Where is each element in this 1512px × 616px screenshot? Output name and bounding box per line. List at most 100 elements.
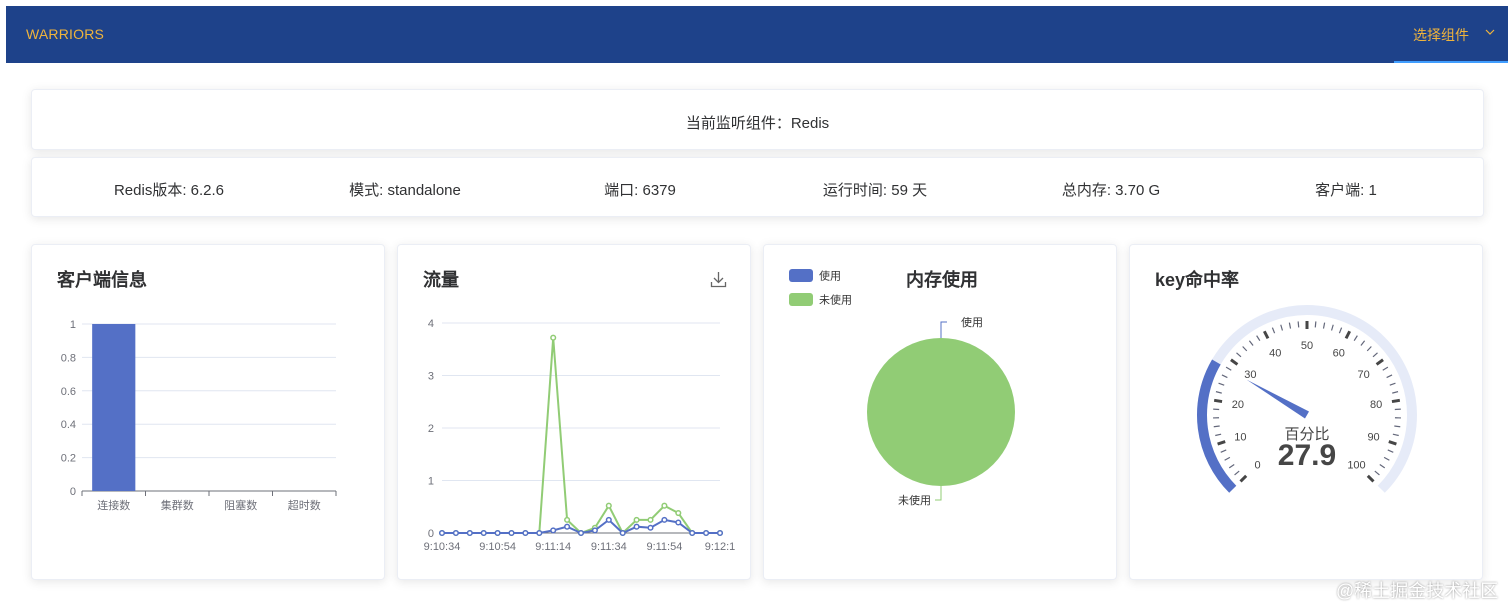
y-tick-label: 0.4: [61, 419, 76, 431]
series-point: [647, 524, 654, 531]
gauge-minor-tick: [1382, 366, 1389, 371]
memory-usage-chart: 使用未使用使用未使用: [789, 269, 1015, 507]
series-point: [703, 529, 710, 537]
select-component-menu[interactable]: 选择组件: [1394, 6, 1508, 63]
monitor-info-card: 当前监听组件：Redis: [31, 89, 1484, 150]
key-hit-rate-title: key命中率: [1155, 270, 1240, 290]
series-point: [564, 523, 571, 530]
series-point: [564, 516, 571, 523]
gauge-major-tick: [1230, 358, 1239, 366]
gauge-major-tick: [1344, 330, 1352, 340]
gauge-minor-tick: [1297, 321, 1300, 328]
client-info-title: 客户端信息: [57, 270, 147, 290]
gauge-major-tick: [1262, 330, 1270, 340]
legend-label: 使用: [819, 270, 841, 283]
series-point: [633, 516, 640, 523]
x-tick-label: 9:11:14: [535, 541, 571, 553]
traffic-chart: 0 1 2 3 4 9:10:34 9:10:54 9:11:14 9:11:34 9:11:54…: [424, 318, 736, 553]
y-tick-label: 0.6: [61, 386, 76, 398]
gauge-minor-tick: [1248, 340, 1254, 346]
series-point: [577, 529, 585, 537]
redis-stats-card: Redis版本: 6.2.6 模式: standalone 端口: 6379 运…: [31, 157, 1484, 217]
gauge-tick-label: 100: [1347, 459, 1365, 471]
gauge-pointer: [1246, 379, 1310, 419]
series-point: [675, 510, 682, 517]
label-line-used: [940, 321, 947, 338]
series-point: [661, 502, 668, 509]
traffic-card: 0 1 2 3 4 9:10:34 9:10:54 9:11:14 9:11:34 9:11:54…: [397, 244, 751, 580]
stat-mode: 模式: standalone: [349, 182, 461, 199]
series-point: [536, 529, 543, 537]
pie-slice-未使用: [867, 338, 1015, 486]
gauge-minor-tick: [1213, 425, 1220, 428]
series-point: [494, 529, 501, 537]
select-component-label: 选择组件: [1413, 27, 1469, 43]
series-point: [605, 502, 612, 509]
series-point: [675, 519, 682, 526]
gauge-major-tick: [1391, 398, 1401, 404]
gauge-minor-tick: [1224, 456, 1231, 461]
bar-连接数: [92, 324, 136, 491]
memory-usage-card: 使用 未使用 使用 未使用 内存使用: [763, 244, 1117, 580]
gauge-minor-tick: [1228, 463, 1235, 469]
gauge-progress: [1197, 359, 1237, 493]
gauge-minor-tick: [1392, 391, 1399, 394]
x-tick-label: 超时数: [288, 498, 321, 512]
download-icon[interactable]: [710, 271, 727, 288]
gauge-minor-tick: [1389, 382, 1396, 386]
gauge-minor-tick: [1383, 456, 1390, 461]
y-tick-label: 3: [428, 371, 434, 383]
gauge-minor-tick: [1234, 470, 1240, 476]
x-tick-label: 9:10:54: [479, 541, 516, 553]
gauge-minor-tick: [1366, 346, 1372, 352]
client-info-card: 0 0.2 0.4 0.6 0.8 1 连接数 集群数 阻塞数 超时数 客户端信息: [31, 244, 385, 580]
gauge-minor-tick: [1374, 470, 1380, 476]
gauge-minor-tick: [1386, 374, 1393, 379]
x-tick-label: 9:12:1: [705, 541, 736, 553]
series-point: [480, 529, 487, 537]
stat-total-memory: 总内存: 3.70 G: [1061, 182, 1161, 199]
gauge-minor-tick: [1225, 366, 1232, 371]
gauge-minor-tick: [1218, 382, 1225, 386]
y-tick-label: 1: [428, 476, 434, 488]
watermark: @稀土掘金技术社区: [1336, 581, 1499, 601]
gauge-major-tick: [1388, 440, 1397, 446]
brand-logo[interactable]: WARRIORS: [26, 26, 104, 42]
gauge-minor-tick: [1242, 346, 1248, 352]
series-point: [689, 529, 696, 537]
series-point: [438, 529, 446, 537]
gauge-minor-tick: [1221, 374, 1228, 379]
y-tick-label: 1: [70, 319, 76, 331]
gauge-minor-tick: [1288, 322, 1292, 329]
gauge-value: 27.9: [1278, 439, 1336, 472]
gauge-major-tick: [1217, 440, 1226, 446]
gauge-minor-tick: [1387, 449, 1394, 453]
gauge-minor-tick: [1392, 433, 1399, 437]
label-line-unused: [935, 486, 942, 501]
series-point: [452, 529, 459, 537]
gauge-minor-tick: [1280, 324, 1284, 331]
pie-label: 未使用: [898, 494, 931, 507]
series-point: [661, 516, 668, 523]
gauge-major-tick: [1366, 474, 1375, 483]
pie-label: 使用: [961, 316, 983, 329]
y-tick-label: 4: [428, 318, 434, 330]
gauge-major-tick: [1375, 358, 1384, 366]
series-point: [716, 529, 724, 537]
x-tick-label: 9:11:34: [591, 541, 627, 553]
x-tick-label: 9:10:34: [424, 541, 461, 553]
series-point: [466, 529, 473, 537]
client-info-chart: 0 0.2 0.4 0.6 0.8 1 连接数 集群数 阻塞数 超时数: [61, 319, 337, 512]
series-point: [522, 529, 529, 537]
series-point: [508, 529, 515, 537]
x-tick-label: 9:11:54: [646, 541, 682, 553]
stat-uptime: 运行时间: 59 天: [822, 182, 928, 199]
gauge-minor-tick: [1338, 327, 1343, 334]
top-navbar: WARRIORS 选择组件: [6, 6, 1508, 63]
series-point: [591, 527, 598, 534]
gauge-minor-tick: [1215, 391, 1222, 394]
gauge-minor-tick: [1220, 449, 1227, 453]
gauge-tick-label: 20: [1232, 399, 1244, 411]
gauge-minor-tick: [1360, 340, 1366, 346]
series-point: [550, 527, 557, 534]
